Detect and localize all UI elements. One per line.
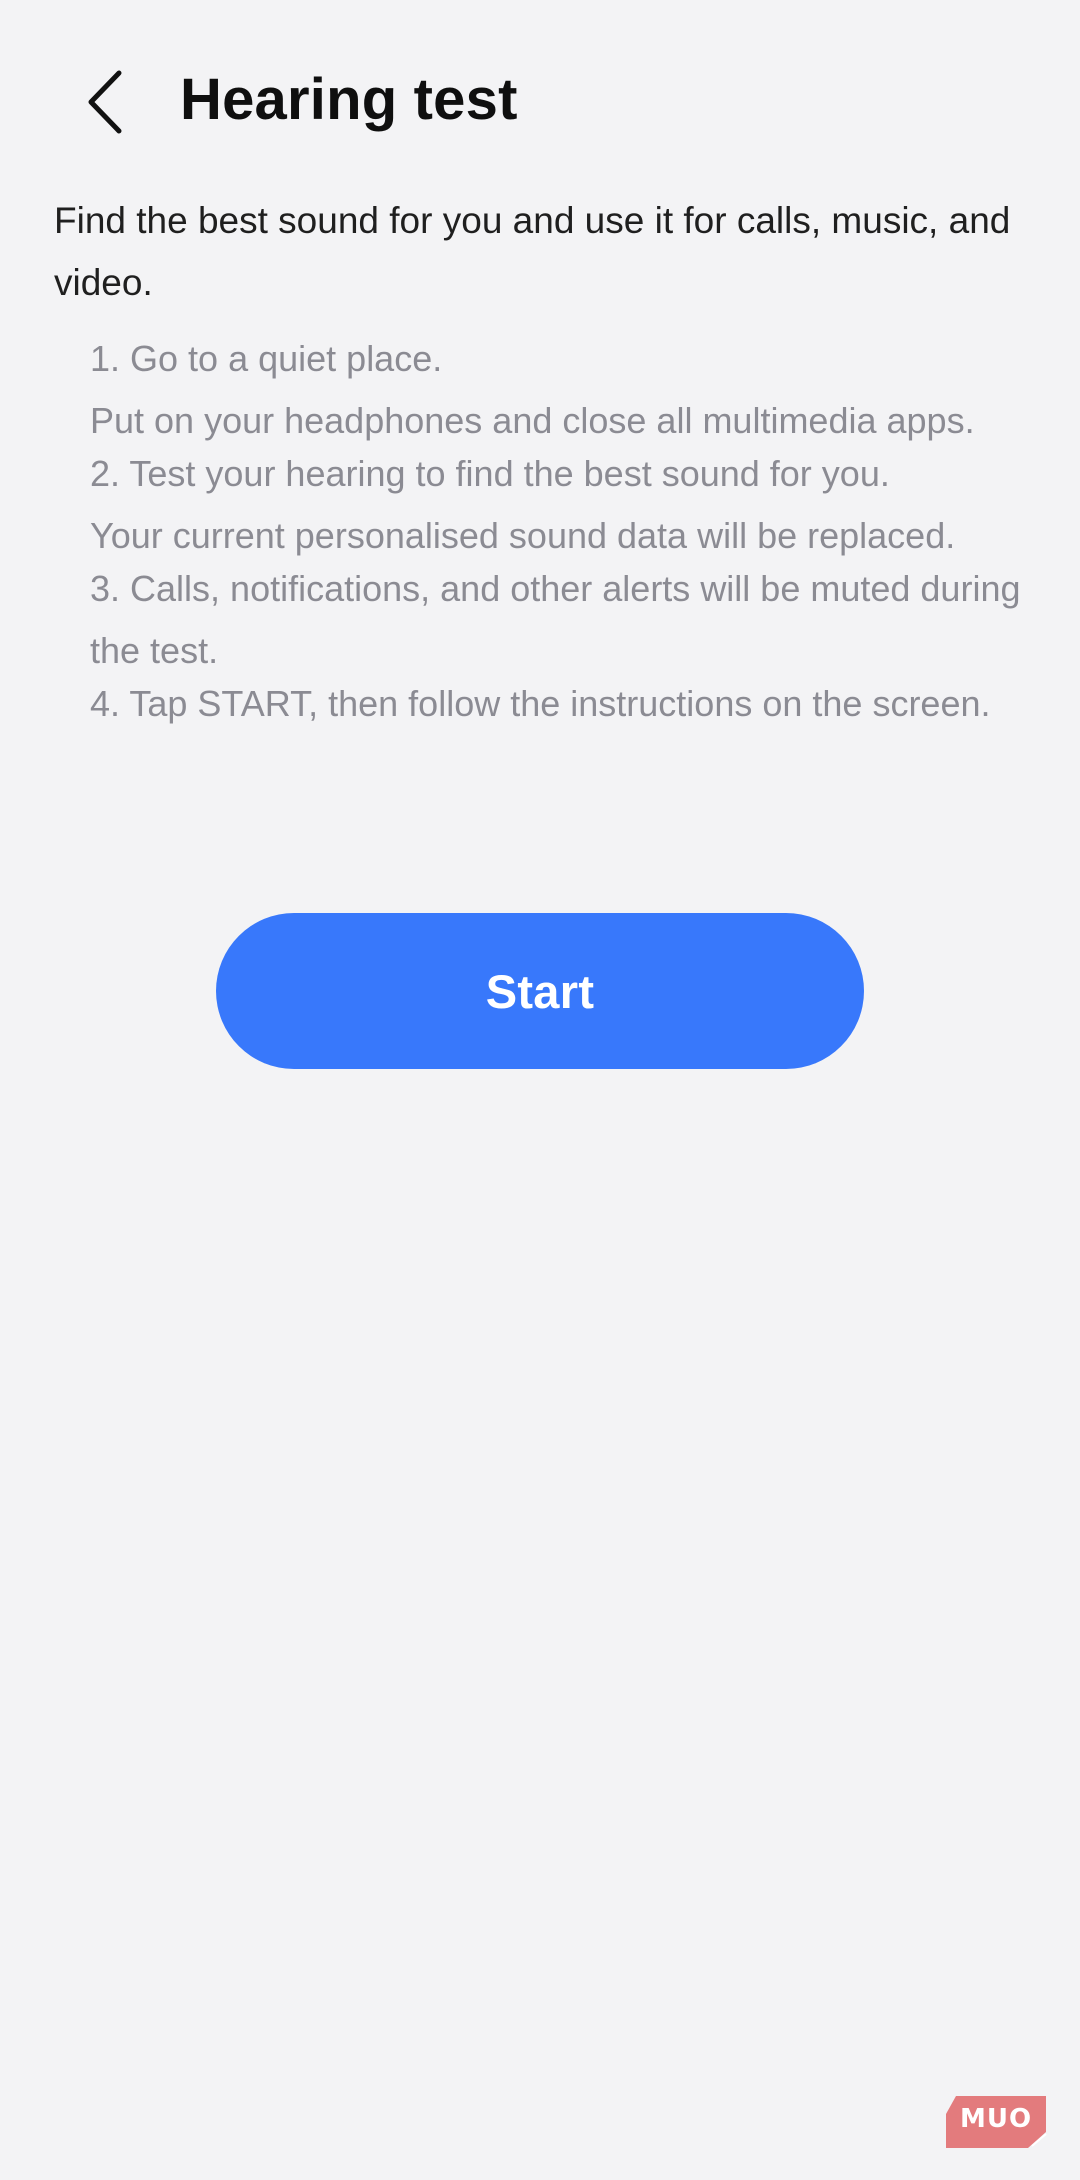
chevron-left-icon (88, 70, 122, 134)
instruction-list: 1. Go to a quiet place. Put on your head… (90, 328, 1030, 726)
instruction-step-3: 3. Calls, notifications, and other alert… (90, 558, 1030, 682)
page-title: Hearing test (180, 67, 518, 132)
app-header: Hearing test (0, 0, 1080, 210)
start-button[interactable]: Start (216, 913, 864, 1069)
back-button[interactable] (62, 56, 148, 148)
instruction-line: 1. Go to a quiet place. (90, 338, 443, 379)
instruction-step-2: 2. Test your hearing to find the best so… (90, 443, 1030, 567)
watermark-text: MUO (960, 2104, 1033, 2134)
instruction-line: 2. Test your hearing to find the best so… (90, 453, 890, 494)
watermark-logo: MUO (942, 2092, 1050, 2150)
instruction-line: 3. Calls, notifications, and other alert… (90, 568, 1021, 671)
instruction-step-1: 1. Go to a quiet place. Put on your head… (90, 328, 1030, 452)
instruction-step-4: 4. Tap START, then follow the instructio… (90, 673, 1030, 735)
intro-text: Find the best sound for you and use it f… (54, 200, 1011, 303)
instruction-line: 4. Tap START, then follow the instructio… (90, 683, 991, 724)
